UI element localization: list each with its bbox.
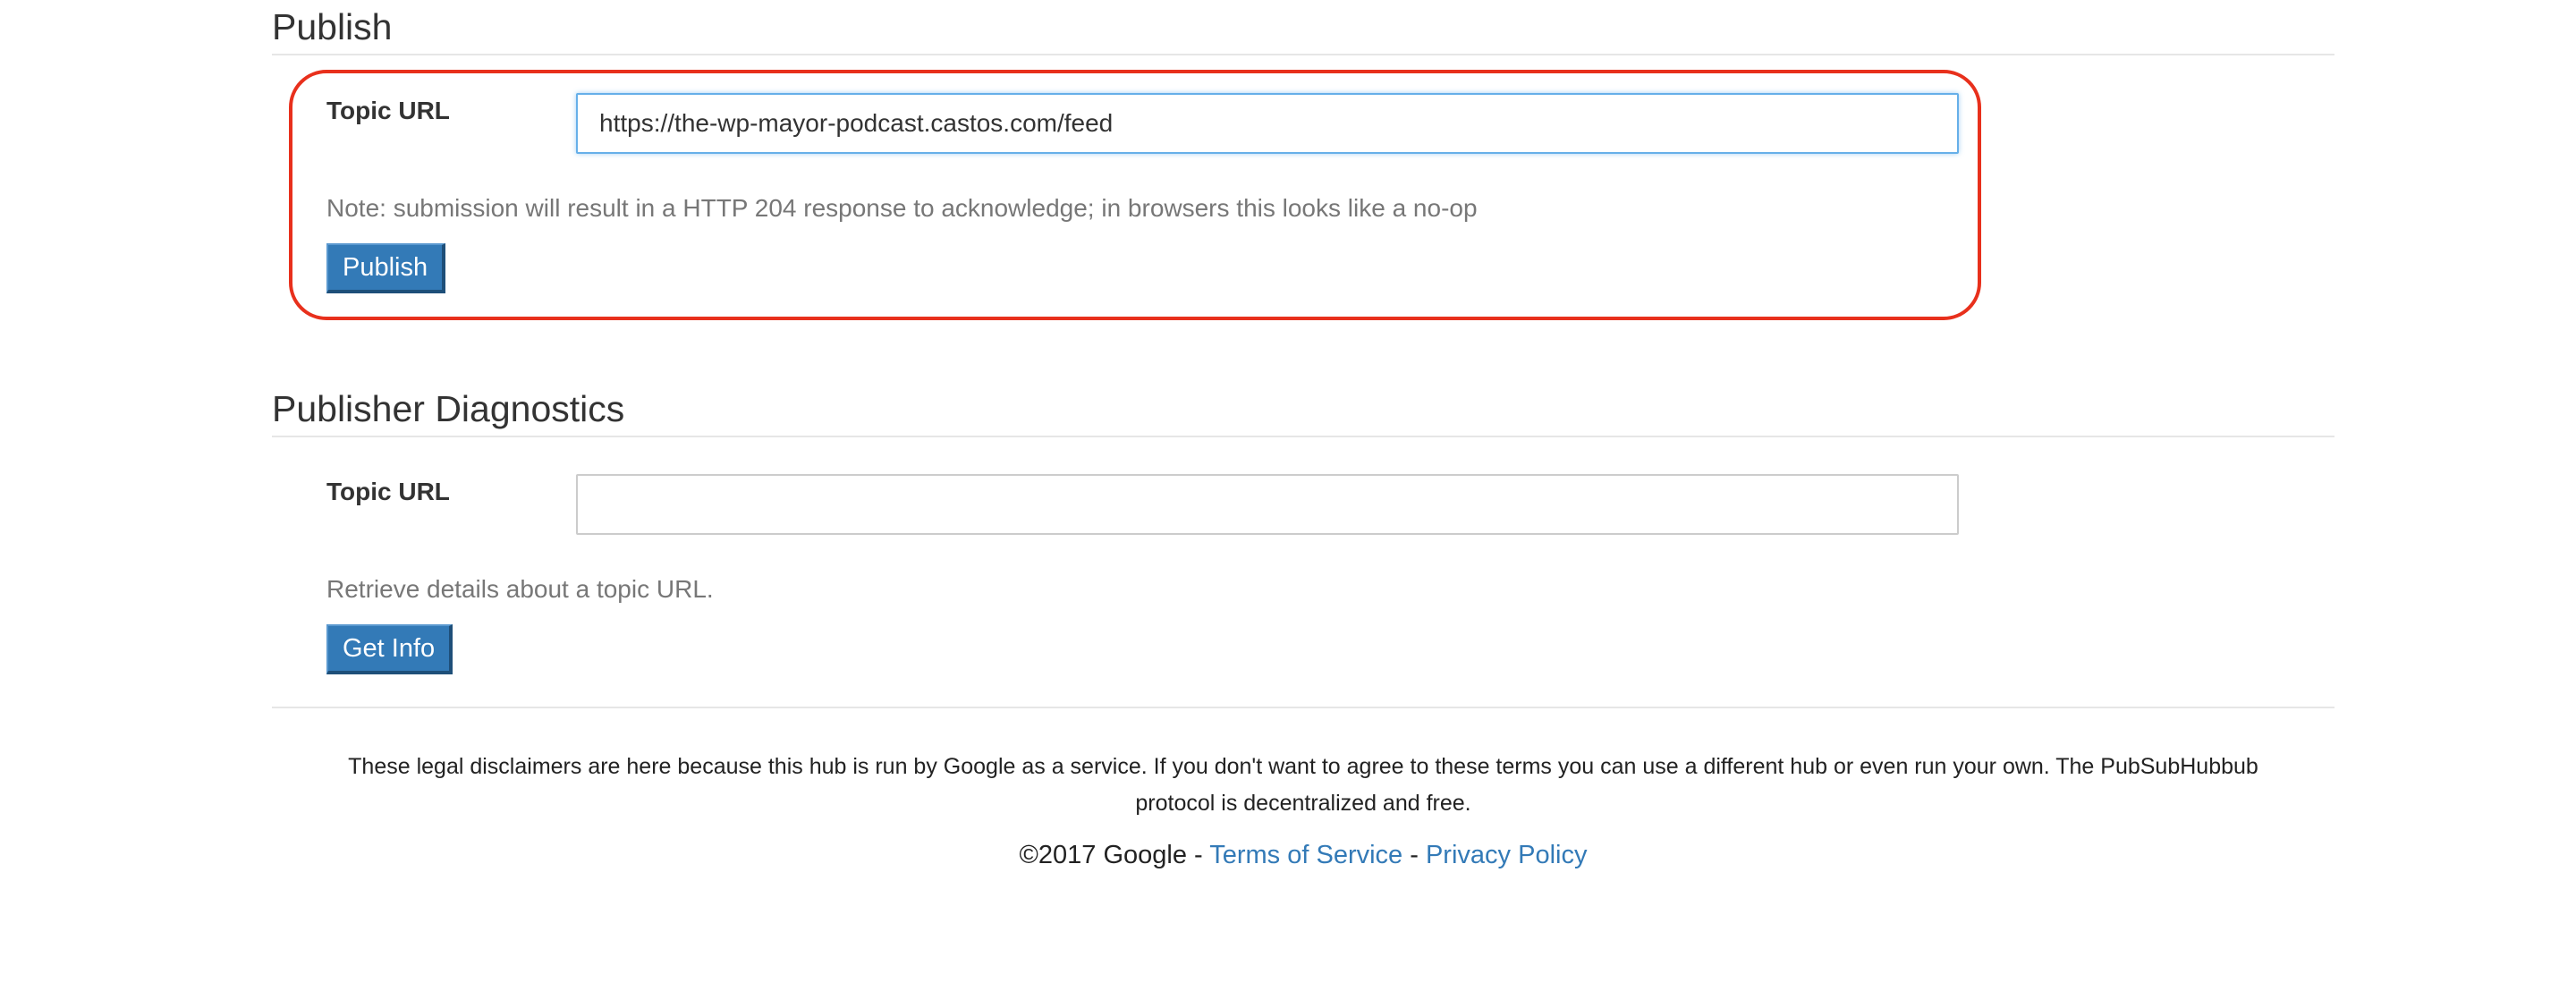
- privacy-policy-link[interactable]: Privacy Policy: [1426, 841, 1588, 869]
- copyright-separator: -: [1186, 841, 1210, 869]
- diagnostics-section-title: Publisher Diagnostics: [272, 388, 625, 429]
- publish-topic-url-label: Topic URL: [326, 97, 450, 124]
- legal-disclaimer: These legal disclaimers are here because…: [348, 754, 2258, 816]
- copyright-text: ©2017 Google: [1019, 841, 1187, 869]
- publish-button[interactable]: Publish: [326, 243, 446, 293]
- terms-of-service-link[interactable]: Terms of Service: [1209, 841, 1402, 869]
- diagnostics-topic-url-label: Topic URL: [326, 478, 450, 505]
- get-info-button[interactable]: Get Info: [326, 624, 453, 674]
- footer-divider: [272, 707, 2334, 708]
- publish-note: Note: submission will result in a HTTP 2…: [326, 194, 1478, 222]
- diagnostics-divider: [272, 436, 2334, 437]
- publish-topic-url-input[interactable]: [576, 93, 1959, 154]
- publish-section-title: Publish: [272, 6, 393, 47]
- publish-divider: [272, 54, 2334, 55]
- links-separator: -: [1402, 841, 1426, 869]
- copyright-line: ©2017 Google - Terms of Service - Privac…: [272, 843, 2334, 868]
- diagnostics-topic-url-input[interactable]: [576, 474, 1959, 535]
- diagnostics-help-text: Retrieve details about a topic URL.: [326, 575, 714, 603]
